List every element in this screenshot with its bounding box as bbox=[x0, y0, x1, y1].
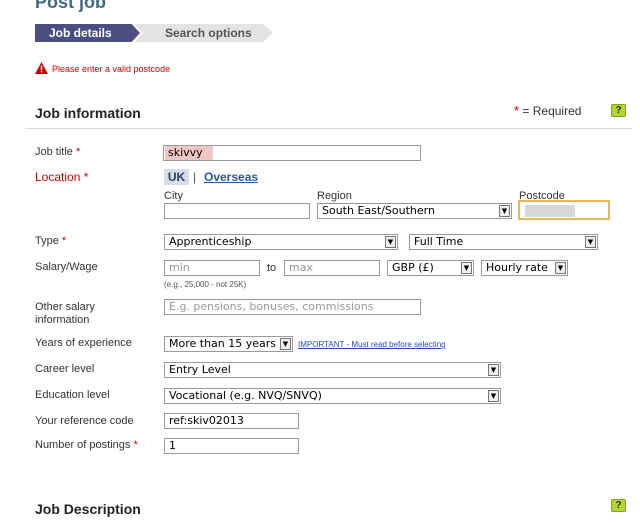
career-label: Career level bbox=[35, 363, 95, 375]
region-label: Region bbox=[317, 190, 352, 202]
currency-select[interactable]: GBP (£) ▼ bbox=[387, 260, 474, 276]
currency-value: GBP (£) bbox=[392, 261, 434, 274]
section-title-job-information: Job information bbox=[35, 105, 141, 121]
reference-label: Your reference code bbox=[35, 415, 134, 427]
salary-max-input[interactable]: max bbox=[284, 260, 380, 276]
type-select[interactable]: Apprenticeship ▼ bbox=[164, 234, 398, 250]
warning-icon bbox=[35, 62, 48, 74]
important-link[interactable]: IMPORTANT - Must read before selecting bbox=[298, 340, 446, 349]
postcode-input[interactable] bbox=[518, 200, 610, 220]
experience-label: Years of experience bbox=[35, 337, 132, 349]
other-salary-input[interactable]: E.g. pensions, bonuses, commissions bbox=[164, 299, 421, 315]
chevron-down-icon: ▼ bbox=[488, 390, 499, 402]
postings-input[interactable]: 1 bbox=[164, 438, 299, 454]
job-title-value: skivvy bbox=[165, 146, 213, 160]
salary-label: Salary/Wage bbox=[35, 261, 98, 273]
section-title-job-description: Job Description bbox=[35, 501, 141, 517]
location-label: Location * bbox=[35, 170, 89, 184]
experience-value: More than 15 years bbox=[169, 337, 277, 350]
salary-min-input[interactable]: min bbox=[164, 260, 260, 276]
location-separator: | bbox=[193, 170, 197, 184]
type-label: Type * bbox=[35, 235, 67, 247]
page-title: Post job bbox=[35, 0, 106, 12]
salary-hint: (e.g., 25,000 - not 25K) bbox=[164, 280, 247, 289]
required-note: * = Required bbox=[514, 103, 581, 118]
overseas-link[interactable]: Overseas bbox=[204, 170, 258, 184]
chevron-down-icon: ▼ bbox=[499, 205, 510, 217]
step-job-details[interactable]: Job details bbox=[35, 24, 140, 42]
help-icon[interactable]: ? bbox=[611, 104, 626, 117]
required-star: * bbox=[514, 103, 520, 118]
section-divider bbox=[25, 128, 632, 129]
step-search-options[interactable]: Search options bbox=[135, 24, 273, 42]
education-label: Education level bbox=[35, 389, 110, 401]
region-value: South East/Southern bbox=[322, 204, 435, 217]
chevron-down-icon: ▼ bbox=[385, 236, 396, 248]
reference-input[interactable]: ref:skiv02013 bbox=[164, 413, 299, 429]
chevron-down-icon: ▼ bbox=[488, 364, 499, 376]
chevron-down-icon: ▼ bbox=[585, 236, 596, 248]
work-hours-select[interactable]: Full Time ▼ bbox=[409, 234, 598, 250]
job-title-label: Job title * bbox=[35, 146, 81, 158]
city-input[interactable] bbox=[164, 203, 310, 219]
career-select[interactable]: Entry Level ▼ bbox=[164, 362, 501, 378]
help-icon[interactable]: ? bbox=[611, 499, 626, 512]
city-label: City bbox=[164, 190, 183, 202]
postcode-value bbox=[525, 205, 575, 217]
uk-tab[interactable]: UK bbox=[164, 169, 189, 185]
error-message: Please enter a valid postcode bbox=[52, 64, 171, 74]
career-value: Entry Level bbox=[169, 363, 231, 376]
type-value: Apprenticeship bbox=[169, 235, 252, 248]
salary-rate-select[interactable]: Hourly rate ▼ bbox=[481, 260, 568, 276]
region-select[interactable]: South East/Southern ▼ bbox=[317, 203, 512, 219]
required-text: = Required bbox=[522, 104, 582, 118]
other-salary-label: Other salary information bbox=[35, 301, 95, 326]
education-value: Vocational (e.g. NVQ/SNVQ) bbox=[169, 389, 322, 402]
chevron-down-icon: ▼ bbox=[461, 262, 472, 274]
salary-rate-value: Hourly rate bbox=[486, 261, 548, 274]
postings-label: Number of postings * bbox=[35, 439, 138, 451]
experience-select[interactable]: More than 15 years ▼ bbox=[164, 336, 293, 352]
education-select[interactable]: Vocational (e.g. NVQ/SNVQ) ▼ bbox=[164, 388, 501, 404]
work-hours-value: Full Time bbox=[414, 235, 464, 248]
chevron-down-icon: ▼ bbox=[280, 338, 291, 350]
job-title-input[interactable]: skivvy bbox=[163, 145, 421, 161]
chevron-down-icon: ▼ bbox=[555, 262, 566, 274]
salary-to-label: to bbox=[267, 262, 277, 274]
